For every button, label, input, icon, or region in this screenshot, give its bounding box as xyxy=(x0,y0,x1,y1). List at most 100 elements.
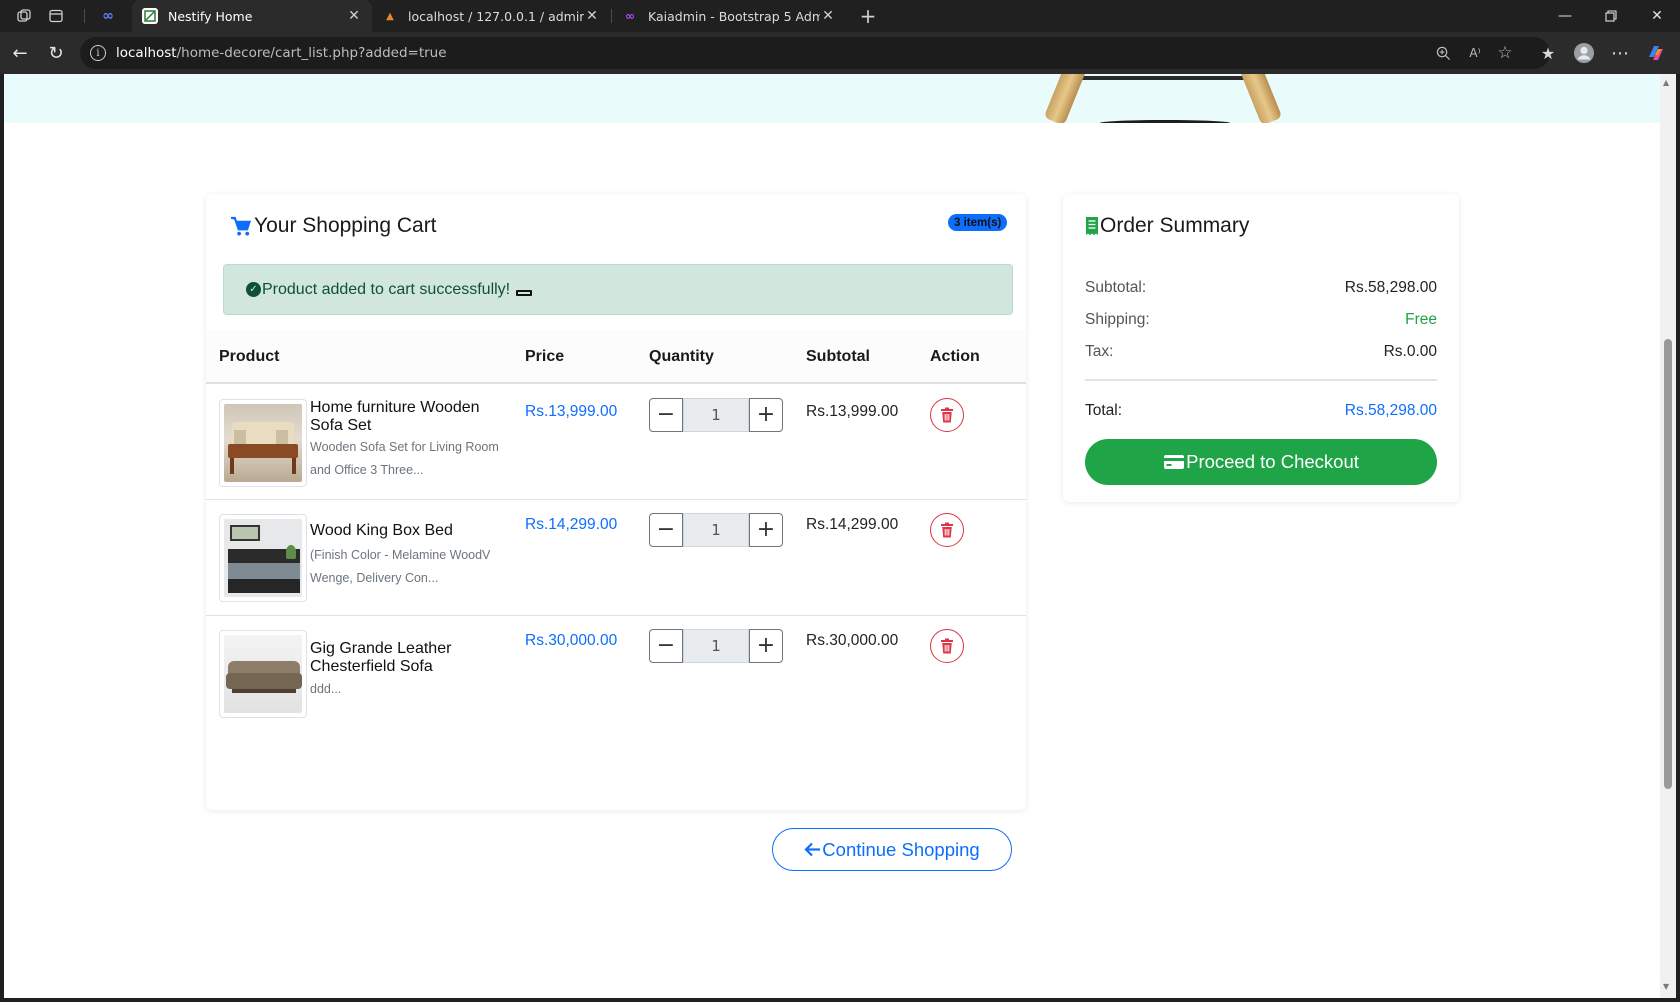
continue-shopping-button[interactable]: Continue Shopping xyxy=(772,828,1012,871)
row-subtotal: Rs.14,299.00 xyxy=(806,516,899,533)
shipping-value: Free xyxy=(1405,311,1437,328)
pinned-app-icon: ∞ xyxy=(102,8,114,24)
favorites-icon[interactable]: ★ xyxy=(1536,41,1560,65)
quantity-stepper: − 1 + xyxy=(649,398,783,432)
total-label: Total: xyxy=(1085,402,1123,419)
alert-message: Product added to cart successfully! xyxy=(262,280,511,298)
product-name[interactable]: Wood King Box Bed xyxy=(310,522,505,540)
header-price: Price xyxy=(525,348,565,365)
workspaces-icon[interactable] xyxy=(10,4,38,28)
product-price: Rs.13,999.00 xyxy=(525,403,618,420)
product-description: (Finish Color - Melamine WoodV Wenge, De… xyxy=(310,548,491,585)
subtotal-value: Rs.58,298.00 xyxy=(1344,279,1437,296)
scroll-up-icon[interactable]: ▲ xyxy=(1663,78,1669,87)
subtotal-row: Subtotal: Rs.58,298.00 xyxy=(1085,279,1437,297)
shopping-cart-card: Your Shopping Cart 3 item(s) ✓ Product a… xyxy=(206,194,1026,871)
read-aloud-icon[interactable]: A⁾ xyxy=(1466,44,1484,62)
tax-label: Tax: xyxy=(1085,343,1114,360)
product-thumbnail[interactable] xyxy=(219,630,307,718)
close-window-icon[interactable]: ✕ xyxy=(1634,0,1680,32)
decrease-quantity-button[interactable]: − xyxy=(649,513,683,547)
scroll-down-icon[interactable]: ▼ xyxy=(1663,982,1669,991)
decrease-quantity-button[interactable]: − xyxy=(649,629,683,663)
product-name[interactable]: Gig Grande Leather Chesterfield Sofa xyxy=(310,640,505,676)
page-scrollbar[interactable]: ▲ ▼ xyxy=(1660,74,1676,998)
summary-divider xyxy=(1085,379,1437,381)
trash-icon xyxy=(941,522,953,538)
address-toolbar: ← ↻ i localhost/home-decore/cart_list.ph… xyxy=(0,32,1680,74)
alert-close-button[interactable] xyxy=(516,289,533,296)
table-row: Wood King Box Bed (Finish Color - Melami… xyxy=(206,500,1026,616)
header-subtotal: Subtotal xyxy=(806,348,870,365)
address-bar[interactable]: i localhost/home-decore/cart_list.php?ad… xyxy=(80,37,1550,69)
tab-close-icon[interactable]: ✕ xyxy=(584,8,600,24)
cart-title: Your Shopping Cart xyxy=(230,214,437,238)
reload-icon[interactable]: ↻ xyxy=(44,41,68,65)
tab-actions-icon[interactable] xyxy=(42,4,70,28)
tab-close-icon[interactable]: ✕ xyxy=(820,8,836,24)
product-description: Wooden Sofa Set for Living Room and Offi… xyxy=(310,440,499,477)
chair-leg-image xyxy=(1043,74,1091,123)
arrow-left-icon xyxy=(804,842,821,857)
total-value: Rs.58,298.00 xyxy=(1344,402,1437,419)
trash-icon xyxy=(941,638,953,654)
chair-leg-image xyxy=(1235,74,1283,123)
product-name[interactable]: Home furniture Wooden Sofa Set xyxy=(310,399,505,435)
hero-banner-strip xyxy=(4,74,1660,123)
tab-phpmyadmin[interactable]: ▲ localhost / 127.0.0.1 / admin_hom ✕ xyxy=(372,0,610,32)
tab-nestify-home[interactable]: Nestify Home ✕ xyxy=(132,0,372,32)
browser-tab-bar: ∞ Nestify Home ✕ ▲ localhost / 127.0.0.1… xyxy=(0,0,1680,32)
minimize-icon[interactable]: — xyxy=(1542,0,1588,32)
tax-value: Rs.0.00 xyxy=(1383,343,1437,360)
total-row: Total: Rs.58,298.00 xyxy=(1085,402,1437,420)
trash-icon xyxy=(941,407,953,423)
copilot-icon[interactable] xyxy=(1644,41,1668,65)
quantity-input[interactable]: 1 xyxy=(683,513,749,547)
tab-close-icon[interactable]: ✕ xyxy=(346,8,362,24)
decrease-quantity-button[interactable]: − xyxy=(649,398,683,432)
remove-item-button[interactable] xyxy=(930,629,964,663)
page-viewport: Your Shopping Cart 3 item(s) ✓ Product a… xyxy=(4,74,1660,998)
table-row: Home furniture Wooden Sofa Set Wooden So… xyxy=(206,384,1026,500)
subtotal-label: Subtotal: xyxy=(1085,279,1147,296)
row-subtotal: Rs.13,999.00 xyxy=(806,403,899,420)
cart-icon xyxy=(230,216,253,237)
proceed-to-checkout-button[interactable]: Proceed to Checkout xyxy=(1085,439,1437,485)
summary-title: Order Summary xyxy=(1085,214,1249,238)
tab-kaiadmin[interactable]: ∞ Kaiadmin - Bootstrap 5 Admin Da ✕ xyxy=(612,0,846,32)
increase-quantity-button[interactable]: + xyxy=(749,513,783,547)
restore-icon[interactable] xyxy=(1588,0,1634,32)
header-product: Product xyxy=(219,348,280,365)
product-price: Rs.30,000.00 xyxy=(525,632,618,649)
quantity-stepper: − 1 + xyxy=(649,513,783,547)
check-circle-icon: ✓ xyxy=(246,282,261,297)
back-icon[interactable]: ← xyxy=(8,41,32,65)
header-quantity: Quantity xyxy=(649,348,714,365)
increase-quantity-button[interactable]: + xyxy=(749,398,783,432)
remove-item-button[interactable] xyxy=(930,513,964,547)
more-menu-icon[interactable]: ⋯ xyxy=(1608,41,1632,65)
tab-pinned[interactable]: ∞ xyxy=(90,0,130,32)
quantity-input[interactable]: 1 xyxy=(683,629,749,663)
scrollbar-thumb[interactable] xyxy=(1664,339,1672,789)
profile-avatar-icon[interactable] xyxy=(1572,41,1596,65)
kaiadmin-favicon: ∞ xyxy=(625,9,635,23)
tab-title: Kaiadmin - Bootstrap 5 Admin Da xyxy=(648,8,820,24)
site-info-icon[interactable]: i xyxy=(90,45,106,61)
product-description: ddd... xyxy=(310,682,342,696)
zoom-icon[interactable] xyxy=(1434,44,1452,62)
cart-table-header: Product Price Quantity Subtotal Action xyxy=(206,330,1026,384)
tab-title: Nestify Home xyxy=(168,8,253,24)
product-thumbnail[interactable] xyxy=(219,514,307,602)
item-count-badge: 3 item(s) xyxy=(948,214,1008,231)
shipping-row: Shipping: Free xyxy=(1085,311,1437,329)
product-thumbnail[interactable] xyxy=(219,399,307,487)
quantity-input[interactable]: 1 xyxy=(683,398,749,432)
url-text[interactable]: localhost/home-decore/cart_list.php?adde… xyxy=(116,45,447,61)
new-tab-icon[interactable]: + xyxy=(854,4,882,28)
increase-quantity-button[interactable]: + xyxy=(749,629,783,663)
remove-item-button[interactable] xyxy=(930,398,964,432)
order-summary-card: Order Summary Subtotal: Rs.58,298.00 Shi… xyxy=(1063,194,1459,502)
phpmyadmin-favicon: ▲ xyxy=(386,10,394,22)
favorite-star-icon[interactable]: ☆ xyxy=(1496,43,1514,63)
